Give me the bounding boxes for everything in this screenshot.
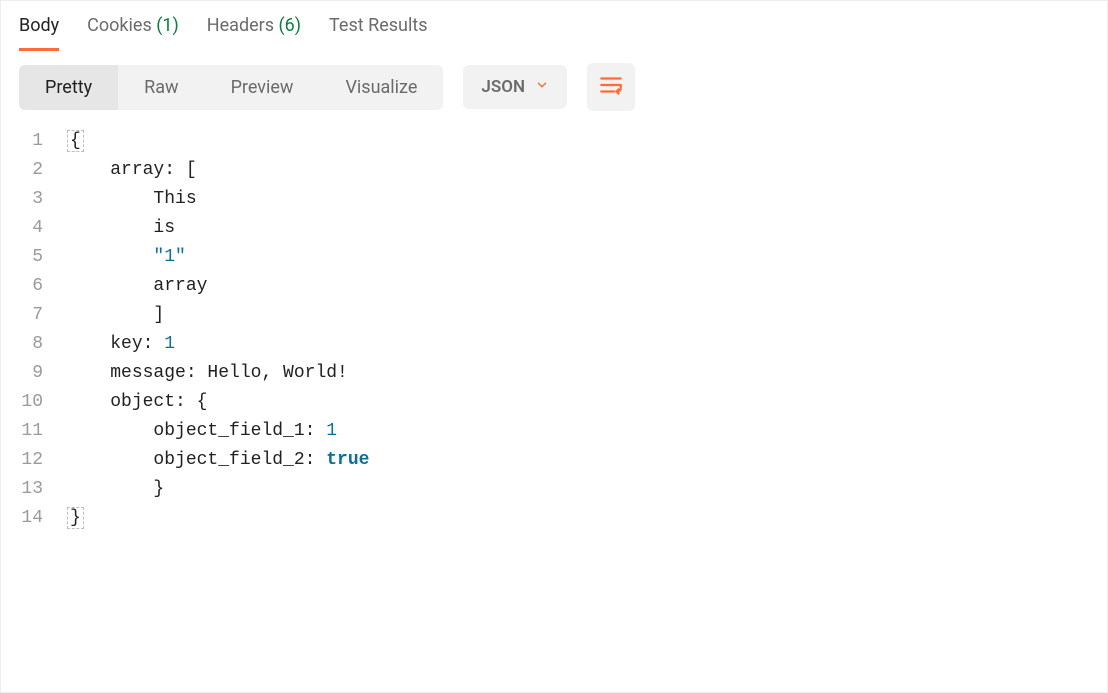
tab-test-results[interactable]: Test Results [329,15,427,51]
view-mode-raw[interactable]: Raw [118,65,204,110]
line-number: 7 [19,301,67,330]
tab-cookies[interactable]: Cookies (1) [87,15,179,51]
token: array [153,276,207,296]
token: message: Hello, World! [110,363,348,383]
code-content: This [67,185,197,214]
tab-headers-label: Headers [207,15,274,36]
line-number: 6 [19,272,67,301]
code-line[interactable]: 10 object: { [19,388,1089,417]
line-number: 11 [19,417,67,446]
code-line[interactable]: 12 object_field_2: true [19,446,1089,475]
code-line[interactable]: 13 } [19,475,1089,504]
response-toolbar: Pretty Raw Preview Visualize JSON [1,51,1107,111]
code-content: object_field_1: 1 [67,417,337,446]
code-line[interactable]: 1{ [19,127,1089,156]
line-number: 13 [19,475,67,504]
code-line[interactable]: 7 ] [19,301,1089,330]
line-number: 9 [19,359,67,388]
code-line[interactable]: 14} [19,504,1089,533]
line-number: 12 [19,446,67,475]
code-line[interactable]: 4 is [19,214,1089,243]
tab-body[interactable]: Body [19,15,59,51]
indent [67,276,153,296]
code-content: is [67,214,175,243]
token: 1 [164,334,175,354]
indent [67,160,110,180]
line-number: 1 [19,127,67,156]
tab-headers-count: (6) [279,15,302,36]
view-mode-pretty[interactable]: Pretty [19,65,118,110]
chevron-down-icon [535,77,549,97]
view-mode-group: Pretty Raw Preview Visualize [19,65,443,110]
view-mode-visualize[interactable]: Visualize [319,65,443,110]
indent [67,218,153,238]
line-number: 4 [19,214,67,243]
code-line[interactable]: 9 message: Hello, World! [19,359,1089,388]
code-content: ] [67,301,164,330]
indent [67,421,153,441]
code-content: "1" [67,243,186,272]
response-tabs: Body Cookies (1) Headers (6) Test Result… [1,1,1107,51]
line-number: 10 [19,388,67,417]
line-number: 5 [19,243,67,272]
token: This [153,189,196,209]
token: array: [ [110,160,196,180]
tab-headers[interactable]: Headers (6) [207,15,301,51]
content-type-label: JSON [481,77,525,97]
tab-cookies-count: (1) [156,15,179,36]
token: object_field_2: [153,450,326,470]
code-line[interactable]: 3 This [19,185,1089,214]
code-content: object: { [67,388,207,417]
indent [67,189,153,209]
wrap-lines-button[interactable] [587,63,635,111]
line-number: 3 [19,185,67,214]
code-line[interactable]: 8 key: 1 [19,330,1089,359]
code-content: } [67,475,164,504]
token: is [153,218,175,238]
code-content: message: Hello, World! [67,359,348,388]
line-number: 2 [19,156,67,185]
wrap-lines-icon [598,72,624,102]
code-content: array [67,272,207,301]
indent [67,450,153,470]
code-content: key: 1 [67,330,175,359]
token: key: [110,334,164,354]
line-number: 8 [19,330,67,359]
response-body-code[interactable]: 1{2 array: [3 This4 is5 "1"6 array7 ]8 k… [1,111,1107,549]
line-number: 14 [19,504,67,533]
code-content: { [67,127,84,156]
tab-cookies-label: Cookies [87,15,152,36]
code-line[interactable]: 2 array: [ [19,156,1089,185]
token: true [326,450,369,470]
token: } [153,479,164,499]
code-content: } [67,504,84,533]
indent [67,247,153,267]
view-mode-preview[interactable]: Preview [205,65,320,110]
token: ] [153,305,164,325]
token: object_field_1: [153,421,326,441]
token: } [67,507,84,529]
indent [67,305,153,325]
token: "1" [153,247,185,267]
indent [67,479,153,499]
indent [67,392,110,412]
content-type-select[interactable]: JSON [463,65,567,109]
token: object: { [110,392,207,412]
token: 1 [326,421,337,441]
code-line[interactable]: 5 "1" [19,243,1089,272]
code-line[interactable]: 6 array [19,272,1089,301]
token: { [67,130,84,152]
code-content: object_field_2: true [67,446,369,475]
indent [67,334,110,354]
code-line[interactable]: 11 object_field_1: 1 [19,417,1089,446]
code-content: array: [ [67,156,197,185]
indent [67,363,110,383]
